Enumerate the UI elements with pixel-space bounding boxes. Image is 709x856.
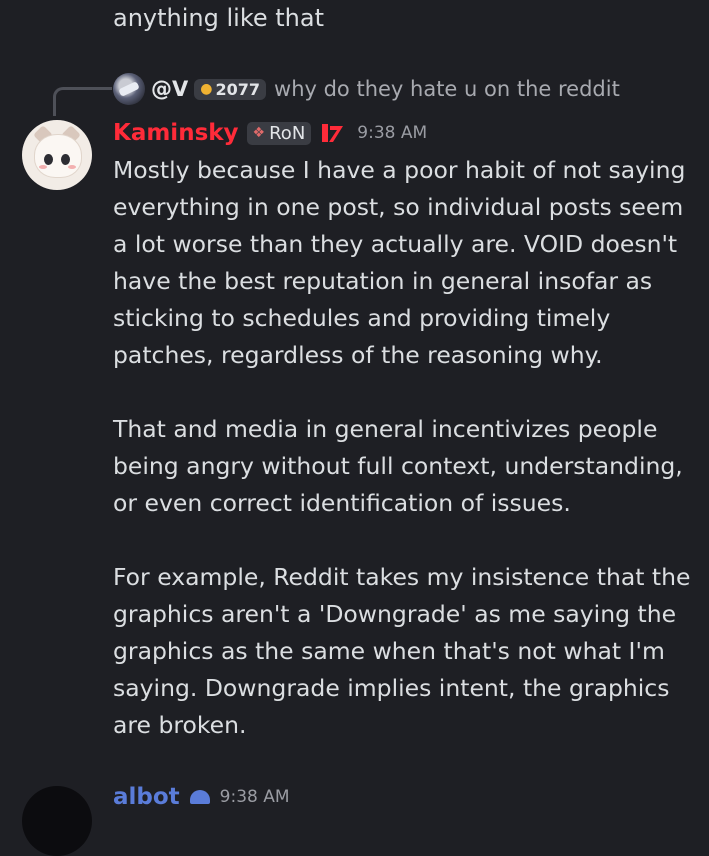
next-message-avatar[interactable] — [22, 786, 92, 856]
message-paragraph: That and media in general incentivizes p… — [113, 415, 683, 517]
previous-message-tail: anything like that — [113, 4, 324, 32]
reply-preview[interactable]: @V ● 2077 why do they hate u on the redd… — [113, 72, 620, 106]
role-tag-label: RoN — [269, 122, 306, 144]
bot-icon — [189, 790, 210, 804]
reply-badge-count: 2077 — [215, 79, 261, 99]
message-timestamp: 9:38 AM — [357, 123, 428, 143]
next-message-username[interactable]: albot — [113, 784, 180, 810]
reply-username[interactable]: @V — [151, 77, 188, 101]
message-paragraph: For example, Reddit takes my insistence … — [113, 563, 691, 739]
next-message-timestamp: 9:38 AM — [219, 787, 290, 807]
role-tag[interactable]: ❖ RoN — [246, 121, 312, 145]
brand-icon — [322, 124, 344, 142]
message-body: Mostly because I have a poor habit of no… — [113, 152, 703, 744]
reply-badge: ● 2077 — [194, 78, 267, 100]
diamond-icon: ❖ — [252, 125, 266, 141]
message-paragraph: Mostly because I have a poor habit of no… — [113, 156, 686, 369]
reply-avatar[interactable] — [113, 73, 145, 105]
reply-text[interactable]: why do they hate u on the reddit — [274, 77, 620, 101]
reply-spine — [53, 87, 112, 116]
message-header: Kaminsky ❖ RoN 9:38 AM — [113, 116, 427, 150]
message-username[interactable]: Kaminsky — [113, 120, 239, 146]
avatar[interactable] — [22, 120, 92, 190]
coin-icon: ● — [200, 81, 213, 97]
next-message-header: albot 9:38 AM — [113, 784, 290, 810]
